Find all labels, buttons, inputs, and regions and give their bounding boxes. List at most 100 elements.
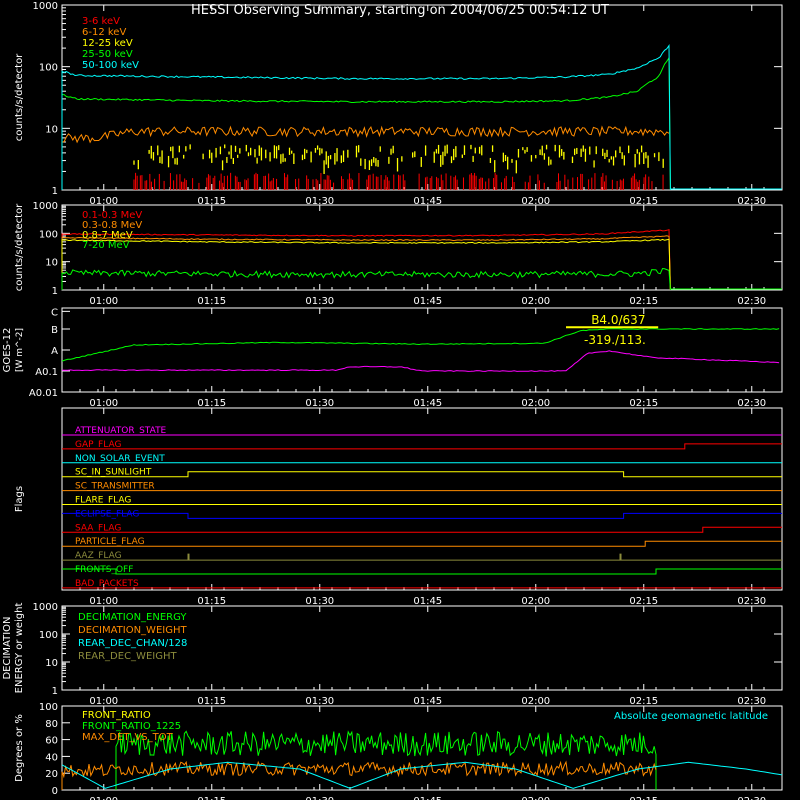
legend-entry: DECIMATION_ENERGY — [78, 612, 187, 623]
y-tick-label: 100 — [39, 229, 58, 240]
y-tick-label: 40 — [45, 752, 58, 763]
legend-entry: 3-6 keV — [82, 16, 120, 27]
goes-series-1 — [61, 350, 780, 372]
x-tick-label: 01:45 — [413, 696, 442, 707]
panels: 01:00 01:15 01:30 01:45 02:00 02:15 02:3011010… — [2, 1, 783, 800]
y-tick-label: 100 — [39, 630, 58, 641]
legend-entry: 25-50 keV — [82, 49, 133, 60]
x-tick-label: 01:15 — [197, 596, 226, 607]
series-line-3 — [61, 267, 671, 291]
y-tick-label: 100 — [39, 702, 58, 713]
series-line-25-50 — [61, 56, 671, 191]
series-line-6-12 — [61, 125, 670, 144]
x-tick-label: 01:45 — [413, 796, 442, 800]
x-tick-label: 01:15 — [197, 398, 226, 409]
figure-canvas: HESSI Observing Summary, starting on 200… — [2, 1, 783, 800]
x-tick-label: 01:30 — [305, 398, 334, 409]
legend-entry: 12-25 keV — [82, 38, 133, 49]
legend-entry: 7-20 MeV — [82, 240, 130, 251]
series-line-2 — [61, 238, 671, 291]
x-tick-label: 02:30 — [737, 596, 766, 607]
flag-line — [62, 471, 782, 478]
flag-line — [62, 568, 782, 575]
x-tick-label: 01:00 — [89, 596, 118, 607]
x-tick-label: 01:30 — [305, 696, 334, 707]
flag-line — [62, 553, 782, 561]
x-tick-label: 02:00 — [521, 296, 550, 307]
y-tick-label: 20 — [45, 769, 58, 780]
goes-annotation-class: B4.0/637 — [591, 313, 645, 327]
x-tick-label: 02:15 — [629, 796, 658, 800]
y-tick-label: A0.1 — [35, 367, 58, 378]
y-axis-label: counts/s/detector — [14, 53, 25, 141]
y-axis-label: counts/s/detector — [14, 203, 25, 291]
legend-entry: FRONT_RATIO — [82, 710, 151, 721]
x-tick-label: 02:30 — [737, 296, 766, 307]
flag-line — [62, 512, 782, 519]
y-tick-label: 0 — [52, 786, 58, 797]
y-axis-label-unit: [W m^-2] — [15, 328, 25, 372]
x-tick-label: 01:00 — [89, 296, 118, 307]
legend-entry: REAR_DEC_WEIGHT — [78, 651, 177, 662]
flag-line — [62, 526, 782, 533]
panel-frame — [61, 4, 783, 191]
x-tick-label: 02:15 — [629, 296, 658, 307]
panel-1: 01:00 01:15 01:30 01:45 02:00 02:15 02:3011010… — [14, 1, 783, 207]
hessi-summary-figure: HESSI Observing Summary, starting on 200… — [0, 0, 800, 800]
y-axis-label: Flags — [14, 486, 25, 512]
x-tick-label: 01:00 — [89, 796, 118, 800]
panel-2: 01:00 01:15 01:30 01:45 02:00 02:15 02:30 1 10 10… — [14, 201, 783, 307]
y-tick-label: 1 — [52, 186, 58, 197]
x-tick-label: 01:00 — [89, 398, 118, 409]
x-tick-label: 02:15 — [629, 398, 658, 409]
y-tick-label: C — [51, 307, 58, 318]
y-axis-label-2: ENERGY or weight — [14, 603, 25, 694]
panel-3: 01:00 01:15 01:30 01:45 02:00 02:15 02:30 A0.01… — [2, 307, 783, 409]
legend-entry: 50-100 keV — [82, 60, 139, 71]
x-tick-label: 02:00 — [521, 796, 550, 800]
flag-label: ECLIPSE_FLAG — [75, 509, 139, 519]
flag-line — [62, 540, 782, 547]
y-tick-label: 1000 — [33, 201, 58, 212]
series-line-50-100 — [61, 44, 671, 191]
legend-entry: MAX_DET_VS_TOT — [82, 732, 174, 743]
x-tick-label: 01:45 — [413, 398, 442, 409]
y-tick-label: 100 — [39, 63, 58, 74]
y-tick-label: 1 — [52, 686, 58, 697]
goes-series-0 — [61, 328, 780, 362]
y-tick-label: 80 — [45, 719, 58, 730]
y-axis-label: Degrees or % — [14, 714, 25, 782]
series-line-1 — [61, 235, 671, 291]
x-tick-label: 01:30 — [305, 596, 334, 607]
x-tick-label: 02:15 — [629, 596, 658, 607]
legend-entry: REAR_DEC_CHAN/128 — [78, 638, 187, 649]
x-tick-label: 02:15 — [629, 696, 658, 707]
y-tick-label: 1000 — [33, 602, 58, 613]
x-tick-label: 01:00 — [89, 696, 118, 707]
x-tick-label: 01:45 — [413, 296, 442, 307]
x-tick-label: 01:45 — [413, 596, 442, 607]
legend-entry: 6-12 keV — [82, 27, 126, 38]
y-tick-label: 10 — [45, 658, 58, 669]
y-tick-label: A0.01 — [29, 388, 58, 399]
x-tick-label: 02:00 — [521, 596, 550, 607]
x-tick-label: 01:30 — [305, 296, 334, 307]
y-tick-label: 1 — [52, 286, 58, 297]
y-tick-label: 10 — [45, 258, 58, 269]
series-front-ratio-1225 — [115, 730, 657, 790]
y-tick-label: 60 — [45, 736, 58, 747]
y-tick-label: 1000 — [33, 1, 58, 12]
x-tick-label: 02:00 — [521, 696, 550, 707]
panel-5: 01:00 01:15 01:30 01:45 02:00 02:15 02:30 1 10 10… — [2, 602, 783, 707]
panel-frame — [61, 204, 783, 291]
x-tick-label: 01:30 — [305, 796, 334, 800]
y-axis-label: DECIMATION — [2, 616, 13, 679]
legend-entry: FRONT_RATIO_1225 — [82, 721, 181, 732]
panel-frame — [61, 307, 783, 393]
right-label: Absolute geomagnetic latitude — [614, 711, 768, 722]
x-tick-label: 02:30 — [737, 796, 766, 800]
x-tick-label: 01:15 — [197, 796, 226, 800]
x-tick-label: 02:30 — [737, 398, 766, 409]
panel-4: 01:00 01:15 01:30 01:45 02:00 02:15 02:30 Flags… — [14, 407, 783, 607]
y-axis-label: GOES-12 — [2, 328, 13, 373]
